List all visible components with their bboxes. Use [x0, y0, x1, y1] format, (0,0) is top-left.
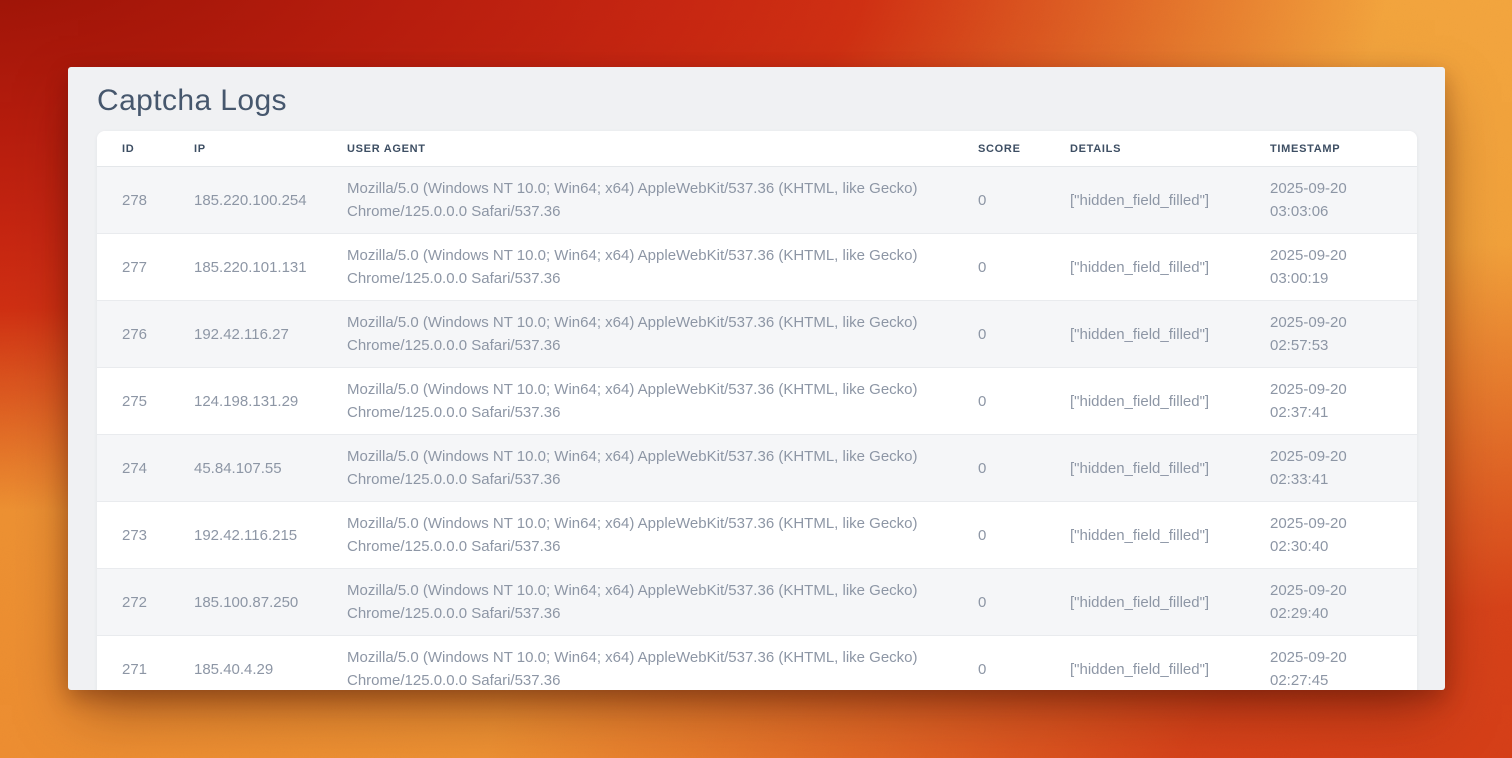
cell-id: 272 [97, 569, 194, 636]
cell-id: 276 [97, 301, 194, 368]
cell-user-agent: Mozilla/5.0 (Windows NT 10.0; Win64; x64… [347, 167, 978, 234]
cell-user-agent: Mozilla/5.0 (Windows NT 10.0; Win64; x64… [347, 502, 978, 569]
table-row: 278 185.220.100.254 Mozilla/5.0 (Windows… [97, 167, 1417, 234]
cell-id: 278 [97, 167, 194, 234]
page-title: Captcha Logs [97, 83, 1445, 119]
cell-id: 275 [97, 368, 194, 435]
cell-timestamp: 2025-09-20 02:57:53 [1270, 301, 1417, 368]
cell-ip: 124.198.131.29 [194, 368, 347, 435]
cell-score: 0 [978, 502, 1070, 569]
cell-user-agent: Mozilla/5.0 (Windows NT 10.0; Win64; x64… [347, 234, 978, 301]
cell-timestamp: 2025-09-20 02:30:40 [1270, 502, 1417, 569]
cell-user-agent: Mozilla/5.0 (Windows NT 10.0; Win64; x64… [347, 368, 978, 435]
cell-score: 0 [978, 636, 1070, 691]
cell-timestamp: 2025-09-20 03:03:06 [1270, 167, 1417, 234]
cell-timestamp: 2025-09-20 03:00:19 [1270, 234, 1417, 301]
cell-details: ["hidden_field_filled"] [1070, 167, 1270, 234]
cell-user-agent: Mozilla/5.0 (Windows NT 10.0; Win64; x64… [347, 301, 978, 368]
cell-ip: 192.42.116.215 [194, 502, 347, 569]
cell-timestamp: 2025-09-20 02:27:45 [1270, 636, 1417, 691]
cell-details: ["hidden_field_filled"] [1070, 569, 1270, 636]
cell-ip: 185.100.87.250 [194, 569, 347, 636]
cell-details: ["hidden_field_filled"] [1070, 301, 1270, 368]
cell-id: 277 [97, 234, 194, 301]
cell-ip: 45.84.107.55 [194, 435, 347, 502]
cell-user-agent: Mozilla/5.0 (Windows NT 10.0; Win64; x64… [347, 636, 978, 691]
cell-details: ["hidden_field_filled"] [1070, 636, 1270, 691]
cell-ip: 185.220.100.254 [194, 167, 347, 234]
column-header-id: ID [97, 131, 194, 167]
cell-id: 273 [97, 502, 194, 569]
table-row: 272 185.100.87.250 Mozilla/5.0 (Windows … [97, 569, 1417, 636]
cell-score: 0 [978, 435, 1070, 502]
table-row: 276 192.42.116.27 Mozilla/5.0 (Windows N… [97, 301, 1417, 368]
table-row: 271 185.40.4.29 Mozilla/5.0 (Windows NT … [97, 636, 1417, 691]
cell-id: 271 [97, 636, 194, 691]
cell-details: ["hidden_field_filled"] [1070, 368, 1270, 435]
cell-ip: 185.220.101.131 [194, 234, 347, 301]
column-header-ip: IP [194, 131, 347, 167]
cell-score: 0 [978, 234, 1070, 301]
logs-table-container: ID IP USER AGENT SCORE DETAILS TIMESTAMP… [97, 131, 1417, 690]
cell-user-agent: Mozilla/5.0 (Windows NT 10.0; Win64; x64… [347, 435, 978, 502]
table-header-row: ID IP USER AGENT SCORE DETAILS TIMESTAMP [97, 131, 1417, 167]
table-body: 278 185.220.100.254 Mozilla/5.0 (Windows… [97, 167, 1417, 691]
captcha-logs-table: ID IP USER AGENT SCORE DETAILS TIMESTAMP… [97, 131, 1417, 690]
cell-details: ["hidden_field_filled"] [1070, 502, 1270, 569]
column-header-details: DETAILS [1070, 131, 1270, 167]
cell-timestamp: 2025-09-20 02:37:41 [1270, 368, 1417, 435]
table-row: 273 192.42.116.215 Mozilla/5.0 (Windows … [97, 502, 1417, 569]
cell-user-agent: Mozilla/5.0 (Windows NT 10.0; Win64; x64… [347, 569, 978, 636]
cell-id: 274 [97, 435, 194, 502]
cell-score: 0 [978, 368, 1070, 435]
table-row: 275 124.198.131.29 Mozilla/5.0 (Windows … [97, 368, 1417, 435]
cell-timestamp: 2025-09-20 02:29:40 [1270, 569, 1417, 636]
cell-details: ["hidden_field_filled"] [1070, 234, 1270, 301]
column-header-score: SCORE [978, 131, 1070, 167]
cell-ip: 185.40.4.29 [194, 636, 347, 691]
cell-score: 0 [978, 301, 1070, 368]
cell-score: 0 [978, 569, 1070, 636]
table-row: 274 45.84.107.55 Mozilla/5.0 (Windows NT… [97, 435, 1417, 502]
cell-ip: 192.42.116.27 [194, 301, 347, 368]
table-row: 277 185.220.101.131 Mozilla/5.0 (Windows… [97, 234, 1417, 301]
cell-details: ["hidden_field_filled"] [1070, 435, 1270, 502]
cell-score: 0 [978, 167, 1070, 234]
column-header-timestamp: TIMESTAMP [1270, 131, 1417, 167]
captcha-logs-card: Captcha Logs ID IP USER AGENT SCORE DETA… [68, 67, 1445, 690]
cell-timestamp: 2025-09-20 02:33:41 [1270, 435, 1417, 502]
column-header-user-agent: USER AGENT [347, 131, 978, 167]
